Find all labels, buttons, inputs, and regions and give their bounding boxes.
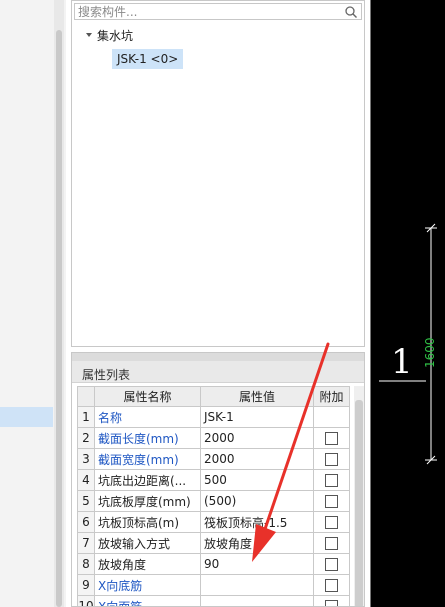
header-value: 属性值 bbox=[200, 386, 314, 407]
property-panel: 属性列表 属性名称 属性值 附加 1 名称 JSK-1 2 截面长度(mm) 2000 3 截… bbox=[71, 352, 365, 607]
property-extra[interactable] bbox=[313, 448, 350, 470]
property-name: 截面长度(mm) bbox=[94, 427, 201, 449]
row-index: 10 bbox=[77, 595, 95, 606]
search-box[interactable] bbox=[74, 3, 362, 20]
drawing-canvas[interactable]: 1600 1 bbox=[370, 0, 445, 607]
table-row[interactable]: 9 X向底筋 bbox=[77, 574, 350, 596]
property-value[interactable] bbox=[200, 574, 314, 596]
property-value[interactable]: (500) bbox=[200, 490, 314, 512]
row-index: 1 bbox=[77, 406, 95, 428]
property-name: 坑板顶标高(m) bbox=[94, 511, 201, 533]
axis-number: 1 bbox=[391, 342, 413, 382]
property-value[interactable]: 2000 bbox=[200, 427, 314, 449]
property-extra[interactable] bbox=[313, 532, 350, 554]
property-panel-grip[interactable] bbox=[72, 353, 364, 361]
property-value[interactable] bbox=[200, 595, 314, 606]
extra-checkbox[interactable] bbox=[325, 600, 338, 606]
extra-checkbox[interactable] bbox=[325, 579, 338, 592]
component-panel: 集水坑 JSK-1 <0> bbox=[71, 0, 365, 347]
row-index: 5 bbox=[77, 490, 95, 512]
property-extra[interactable] bbox=[313, 490, 350, 512]
property-name: 坑底板厚度(mm) bbox=[94, 490, 201, 512]
property-extra[interactable] bbox=[313, 511, 350, 533]
extra-checkbox[interactable] bbox=[325, 537, 338, 550]
property-name: 放坡输入方式 bbox=[94, 532, 201, 554]
row-index: 9 bbox=[77, 574, 95, 596]
property-name: 放坡角度 bbox=[94, 553, 201, 575]
property-scrollbar-thumb[interactable] bbox=[355, 400, 363, 606]
property-value[interactable]: 500 bbox=[200, 469, 314, 491]
property-value[interactable]: 放坡角度 bbox=[200, 532, 314, 554]
extra-checkbox[interactable] bbox=[325, 558, 338, 571]
row-index: 6 bbox=[77, 511, 95, 533]
extra-checkbox[interactable] bbox=[325, 495, 338, 508]
property-table-header: 属性名称 属性值 附加 bbox=[77, 386, 350, 407]
property-extra[interactable] bbox=[313, 469, 350, 491]
table-row[interactable]: 1 名称 JSK-1 bbox=[77, 406, 350, 428]
property-value[interactable]: 2000 bbox=[200, 448, 314, 470]
row-index: 7 bbox=[77, 532, 95, 554]
extra-checkbox[interactable] bbox=[325, 453, 338, 466]
property-name: 坑底出边距离(... bbox=[94, 469, 201, 491]
tree-item-jsk1[interactable]: JSK-1 <0> bbox=[112, 49, 184, 69]
property-value[interactable]: 筏板顶标高-1.5 bbox=[200, 511, 314, 533]
header-extra: 附加 bbox=[313, 386, 350, 407]
table-row[interactable]: 8 放坡角度 90 bbox=[77, 553, 350, 575]
extra-checkbox[interactable] bbox=[325, 432, 338, 445]
property-value[interactable]: JSK-1 bbox=[200, 406, 314, 428]
table-row[interactable]: 5 坑底板厚度(mm) (500) bbox=[77, 490, 350, 512]
table-row[interactable]: 7 放坡输入方式 放坡角度 bbox=[77, 532, 350, 554]
header-index bbox=[77, 386, 95, 407]
row-index: 3 bbox=[77, 448, 95, 470]
property-name: X向面筋 bbox=[94, 595, 201, 606]
left-selected-row[interactable] bbox=[0, 407, 53, 427]
extra-checkbox[interactable] bbox=[325, 474, 338, 487]
property-name: X向底筋 bbox=[94, 574, 201, 596]
property-name: 名称 bbox=[94, 406, 201, 428]
property-name: 截面宽度(mm) bbox=[94, 448, 201, 470]
property-extra[interactable] bbox=[313, 595, 350, 606]
extra-checkbox[interactable] bbox=[325, 516, 338, 529]
property-table: 属性名称 属性值 附加 1 名称 JSK-1 2 截面长度(mm) 2000 3 截面宽度(m… bbox=[77, 386, 350, 606]
row-index: 2 bbox=[77, 427, 95, 449]
tree-node-sump[interactable]: 集水坑 bbox=[86, 27, 133, 43]
property-scrollbar[interactable] bbox=[354, 386, 364, 606]
collapse-caret-icon[interactable] bbox=[86, 33, 92, 37]
table-row[interactable]: 2 截面长度(mm) 2000 bbox=[77, 427, 350, 449]
row-index: 8 bbox=[77, 553, 95, 575]
dimension-label: 1600 bbox=[423, 337, 437, 368]
property-extra[interactable] bbox=[313, 553, 350, 575]
header-name: 属性名称 bbox=[94, 386, 201, 407]
property-extra[interactable] bbox=[313, 427, 350, 449]
table-row[interactable]: 4 坑底出边距离(... 500 bbox=[77, 469, 350, 491]
search-icon[interactable] bbox=[344, 5, 358, 19]
tree-node-label: 集水坑 bbox=[97, 28, 134, 43]
table-row[interactable]: 6 坑板顶标高(m) 筏板顶标高-1.5 bbox=[77, 511, 350, 533]
property-extra bbox=[313, 406, 350, 428]
property-panel-header: 属性列表 bbox=[72, 353, 364, 383]
property-extra[interactable] bbox=[313, 574, 350, 596]
table-row[interactable]: 3 截面宽度(mm) 2000 bbox=[77, 448, 350, 470]
row-index: 4 bbox=[77, 469, 95, 491]
left-scrollbar-thumb[interactable] bbox=[56, 30, 62, 607]
property-value[interactable]: 90 bbox=[200, 553, 314, 575]
search-input[interactable] bbox=[75, 4, 335, 19]
table-row[interactable]: 10 X向面筋 bbox=[77, 595, 350, 606]
left-panel bbox=[0, 0, 66, 607]
dimension-graphics bbox=[379, 223, 437, 465]
property-panel-title: 属性列表 bbox=[82, 368, 131, 382]
